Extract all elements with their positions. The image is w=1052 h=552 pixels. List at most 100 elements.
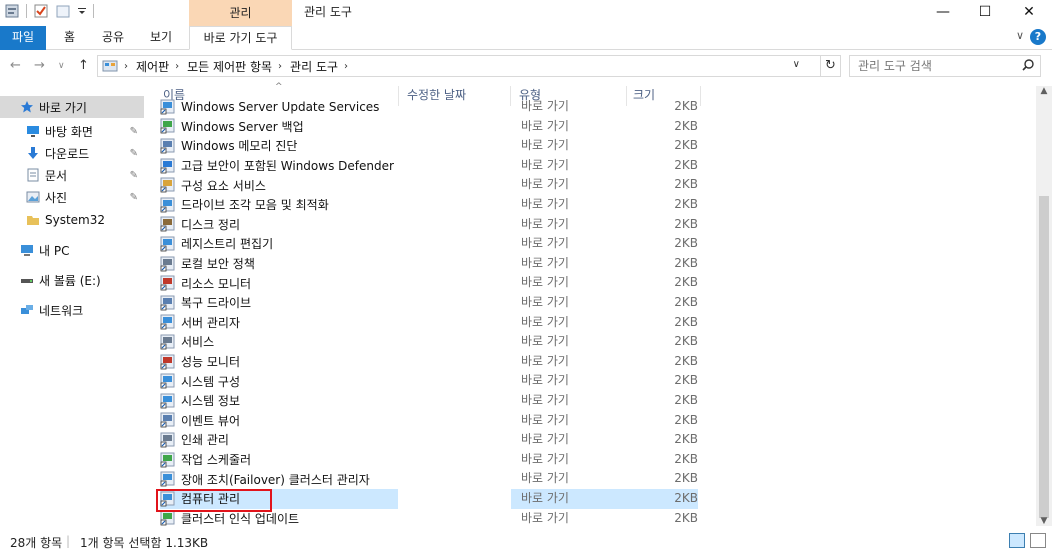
sidebar-item-volume-e[interactable]: 새 볼륨 (E:) [0, 269, 144, 291]
address-dropdown-icon[interactable]: ∨ [793, 59, 800, 70]
large-icons-view-icon[interactable] [1030, 533, 1046, 548]
file-row[interactable]: Windows Server 백업 바로 가기 2KB [160, 117, 700, 137]
tab-view[interactable]: 보기 [140, 26, 182, 50]
forward-button[interactable]: → [34, 58, 45, 73]
sidebar-item-system32[interactable]: System32 [0, 209, 144, 231]
breadcrumb-control-panel[interactable]: 제어판 [136, 58, 169, 75]
file-name-cell[interactable]: 시스템 구성 [160, 371, 398, 391]
file-row[interactable]: 인쇄 관리 바로 가기 2KB [160, 430, 700, 450]
file-row[interactable]: 서비스 바로 가기 2KB [160, 332, 700, 352]
file-name: 디스크 정리 [181, 217, 241, 232]
context-tab-group: 관리 [189, 0, 292, 26]
file-name-cell[interactable]: 레지스트리 편집기 [160, 234, 398, 254]
file-row[interactable]: 시스템 정보 바로 가기 2KB [160, 391, 700, 411]
file-name-cell[interactable]: 디스크 정리 [160, 215, 398, 235]
file-name: Windows Server 백업 [181, 119, 304, 134]
minimize-button[interactable]: — [920, 0, 966, 26]
search-input[interactable]: 관리 도구 검색 [849, 55, 1041, 77]
file-name-cell[interactable]: 서버 관리자 [160, 313, 398, 333]
scroll-up-icon[interactable]: ▲ [1036, 86, 1052, 96]
file-row[interactable]: 디스크 정리 바로 가기 2KB [160, 215, 700, 235]
file-row[interactable]: 드라이브 조각 모음 및 최적화 바로 가기 2KB [160, 195, 700, 215]
scroll-down-icon[interactable]: ▼ [1036, 516, 1052, 526]
file-name-cell[interactable]: 복구 드라이브 [160, 293, 398, 313]
file-row[interactable]: 구성 요소 서비스 바로 가기 2KB [160, 175, 700, 195]
breadcrumb-all-items[interactable]: 모든 제어판 항목 [187, 58, 272, 75]
file-list: Windows Server Update Services 바로 가기 2KB Wi… [160, 98, 1040, 530]
up-button[interactable]: ↑ [78, 58, 89, 73]
file-row[interactable]: 이벤트 뷰어 바로 가기 2KB [160, 411, 700, 431]
sidebar-item-desktop[interactable]: 바탕 화면 ✎ [0, 120, 144, 142]
file-name: 시스템 정보 [181, 394, 241, 409]
file-row[interactable]: Windows Server Update Services 바로 가기 2KB [160, 98, 700, 117]
file-name-cell[interactable]: Windows Server Update Services [160, 98, 398, 117]
sidebar-item-label: 네트워크 [39, 303, 84, 318]
file-name-cell[interactable]: 이벤트 뷰어 [160, 411, 398, 431]
sidebar-item-quick-access[interactable]: 바로 가기 [0, 96, 144, 118]
tab-home[interactable]: 홈 [54, 26, 85, 50]
ribbon-expand-icon[interactable]: ∨ [1016, 29, 1024, 42]
sidebar-item-network[interactable]: 네트워크 [0, 299, 144, 321]
back-button[interactable]: ← [10, 58, 21, 73]
file-name-cell[interactable]: 드라이브 조각 모음 및 최적화 [160, 195, 398, 215]
help-icon[interactable]: ? [1030, 29, 1046, 45]
sidebar-item-this-pc[interactable]: 내 PC [0, 239, 144, 261]
file-name-cell[interactable]: 장애 조치(Failover) 클러스터 관리자 [160, 469, 398, 489]
picture-icon [26, 190, 40, 204]
file-row[interactable]: Windows 메모리 진단 바로 가기 2KB [160, 136, 700, 156]
sidebar-item-documents[interactable]: 문서 ✎ [0, 164, 144, 186]
file-name-cell[interactable]: 시스템 정보 [160, 391, 398, 411]
file-name-cell[interactable]: 서비스 [160, 332, 398, 352]
tab-file[interactable]: 파일 [0, 26, 46, 50]
details-view-icon[interactable] [1009, 533, 1025, 548]
properties-icon[interactable] [33, 3, 49, 19]
file-name-cell[interactable]: 구성 요소 서비스 [160, 175, 398, 195]
breadcrumb-admin-tools[interactable]: 관리 도구 [290, 58, 338, 75]
file-size: 2KB [674, 510, 698, 525]
file-name-cell[interactable]: 고급 보안이 포함된 Windows Defender ... [160, 156, 398, 176]
shortcut-icon [160, 354, 176, 370]
file-name: 고급 보안이 포함된 Windows Defender ... [181, 159, 398, 174]
new-folder-icon[interactable] [55, 3, 71, 19]
close-button[interactable]: ✕ [1006, 0, 1052, 26]
drive-icon [20, 273, 34, 287]
file-row[interactable]: 서버 관리자 바로 가기 2KB [160, 313, 700, 333]
file-name-cell[interactable]: Windows 메모리 진단 [160, 136, 398, 156]
file-name-cell[interactable]: 성능 모니터 [160, 352, 398, 372]
file-row[interactable]: 장애 조치(Failover) 클러스터 관리자 바로 가기 2KB [160, 469, 700, 489]
scrollbar-thumb[interactable] [1039, 196, 1049, 518]
tab-shortcut-tools[interactable]: 바로 가기 도구 [189, 26, 292, 50]
file-name-cell[interactable]: 인쇄 관리 [160, 430, 398, 450]
file-size: 2KB [674, 491, 698, 505]
recent-locations-button[interactable]: ∨ [58, 61, 65, 71]
file-row[interactable]: 고급 보안이 포함된 Windows Defender ... 바로 가기 2KB [160, 156, 700, 176]
file-name: Windows Server Update Services [181, 99, 380, 114]
refresh-button[interactable]: ↻ [821, 55, 841, 77]
file-name-cell[interactable]: 로컬 보안 정책 [160, 254, 398, 274]
file-row[interactable]: 복구 드라이브 바로 가기 2KB [160, 293, 700, 313]
shortcut-icon [160, 295, 176, 311]
vertical-scrollbar[interactable]: ▲ ▼ [1036, 86, 1052, 526]
file-name-cell[interactable]: Windows Server 백업 [160, 117, 398, 137]
file-row[interactable]: 레지스트리 편집기 바로 가기 2KB [160, 234, 700, 254]
qat-separator [26, 4, 27, 18]
sidebar-item-label: 문서 [45, 168, 68, 183]
tab-share[interactable]: 공유 [92, 26, 134, 50]
qat-dropdown-icon[interactable] [77, 3, 87, 19]
sidebar-item-label: System32 [45, 213, 106, 227]
maximize-button[interactable]: ☐ [962, 0, 1008, 26]
sidebar-item-downloads[interactable]: 다운로드 ✎ [0, 142, 144, 164]
address-bar[interactable]: › 제어판 › 모든 제어판 항목 › 관리 도구 › ∨ [97, 55, 821, 77]
file-row[interactable]: 성능 모니터 바로 가기 2KB [160, 352, 700, 372]
file-name-cell[interactable]: 리소스 모니터 [160, 273, 398, 293]
shortcut-icon [160, 471, 176, 487]
file-name-cell[interactable]: 작업 스케줄러 [160, 450, 398, 470]
sidebar-item-pictures[interactable]: 사진 ✎ [0, 186, 144, 208]
file-name: 복구 드라이브 [181, 296, 252, 311]
file-row[interactable]: 리소스 모니터 바로 가기 2KB [160, 273, 700, 293]
file-row[interactable]: 작업 스케줄러 바로 가기 2KB [160, 450, 700, 470]
admin-tools-icon[interactable] [4, 3, 20, 19]
quick-access-toolbar [4, 3, 94, 19]
file-row[interactable]: 시스템 구성 바로 가기 2KB [160, 371, 700, 391]
file-row[interactable]: 로컬 보안 정책 바로 가기 2KB [160, 254, 700, 274]
